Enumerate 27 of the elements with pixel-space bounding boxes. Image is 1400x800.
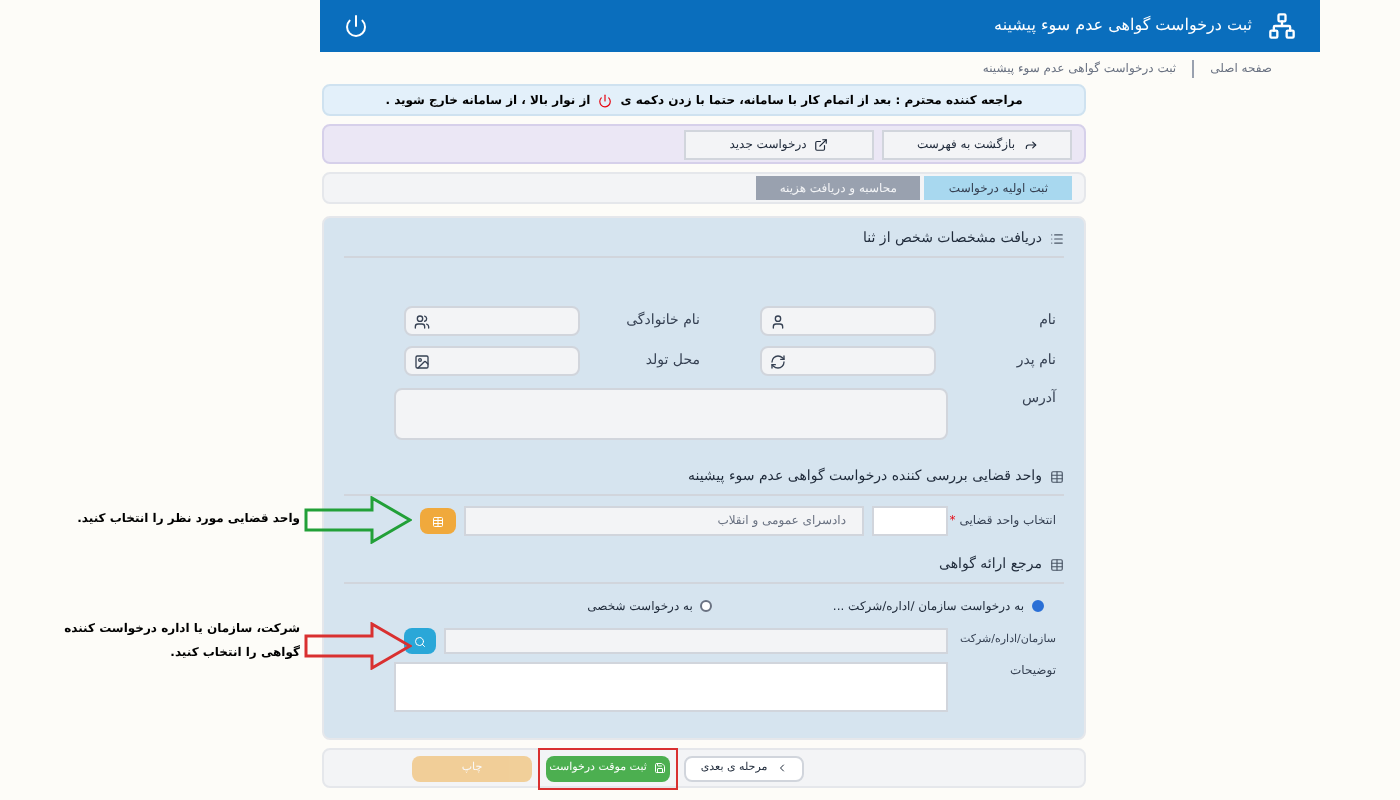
organization-field[interactable] bbox=[444, 628, 948, 654]
select-button[interactable] bbox=[420, 508, 456, 534]
logo-icon bbox=[1268, 12, 1296, 40]
input-field[interactable] bbox=[760, 306, 936, 336]
list-icon bbox=[1050, 232, 1064, 246]
logout-icon[interactable] bbox=[344, 14, 368, 38]
field-icon bbox=[414, 313, 430, 329]
input-field[interactable] bbox=[404, 346, 580, 376]
search-button[interactable] bbox=[404, 628, 436, 654]
forward-arrow-icon bbox=[1023, 137, 1038, 151]
code-field[interactable] bbox=[872, 506, 948, 536]
external-link-icon bbox=[814, 137, 829, 151]
input-field[interactable] bbox=[404, 306, 580, 336]
table-icon bbox=[1050, 558, 1064, 572]
power-icon bbox=[598, 93, 613, 107]
notes-field[interactable] bbox=[394, 662, 948, 712]
chevron-left-icon bbox=[775, 762, 788, 774]
address-field[interactable] bbox=[394, 388, 948, 440]
table-icon bbox=[432, 515, 444, 527]
field-icon bbox=[770, 313, 786, 329]
save-icon bbox=[654, 762, 667, 774]
search-icon bbox=[414, 635, 426, 647]
field-icon bbox=[414, 353, 430, 369]
table-icon bbox=[1050, 470, 1064, 484]
input-field[interactable] bbox=[760, 346, 936, 376]
page-title: ثبت درخواست گواهی عدم سوء پیشینه bbox=[994, 14, 1252, 38]
field-icon bbox=[770, 353, 786, 369]
